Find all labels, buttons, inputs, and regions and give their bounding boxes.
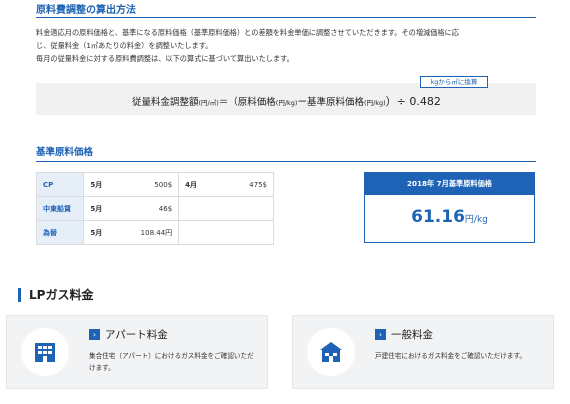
general-price-link[interactable]: 一般料金 [391, 327, 433, 342]
table-row: 為替 5月 108.44円 [35, 220, 275, 245]
description-paragraph: 料金適応月の原料価格と、基準になる原料価格（基準原料価格）との差額を料金単価に調… [36, 28, 459, 50]
row-head: 為替 [35, 220, 85, 245]
table-row: 中東船賃 5月 46$ [35, 196, 275, 221]
chevron-right-icon: › [375, 329, 386, 340]
lp-gas-title: LPガス料金 [18, 288, 93, 302]
base-price-title: 基準原料価格 [36, 144, 536, 162]
row-head: CP [35, 172, 85, 197]
table-row: CP 5月 500$ 4月 475$ [35, 172, 275, 197]
row-head: 中東船賃 [35, 196, 85, 221]
base-price-value: 61.16円/kg [411, 207, 488, 227]
general-price-card[interactable]: › 一般料金 戸建住宅におけるガス料金をご確認いただけます。 [292, 315, 554, 389]
formula-intro: 毎月の従量料金に対する原料費調整は、以下の算式に基づいて算出いたします。 [36, 54, 294, 63]
apartment-icon [21, 328, 69, 376]
base-price-card: 2018年 7月基準原料価格 61.16円/kg [364, 172, 535, 243]
base-price-table: CP 5月 500$ 4月 475$ 中東船賃 5月 46$ 為替 5月 108… [35, 172, 275, 245]
general-price-desc: 戸建住宅におけるガス料金をご確認いただけます。 [375, 352, 526, 360]
formula-text: 従量料金調整額(円/㎥)＝（原料価格(円/kg)ー基準原料価格(円/kg)）÷ … [132, 95, 441, 108]
apartment-price-card[interactable]: › アパート料金 集合住宅（アパート）におけるガス料金をご確認いただけます。 [6, 315, 268, 389]
base-price-card-header: 2018年 7月基準原料価格 [365, 173, 534, 195]
chevron-right-icon: › [89, 329, 100, 340]
section-title: 原料費調整の算出方法 [36, 0, 536, 18]
house-icon [307, 328, 355, 376]
convert-tag: kgから㎥に換算 [420, 76, 488, 88]
apartment-price-desc: 集合住宅（アパート）におけるガス料金をご確認いただけます。 [89, 352, 254, 372]
apartment-price-link[interactable]: アパート料金 [105, 327, 168, 342]
